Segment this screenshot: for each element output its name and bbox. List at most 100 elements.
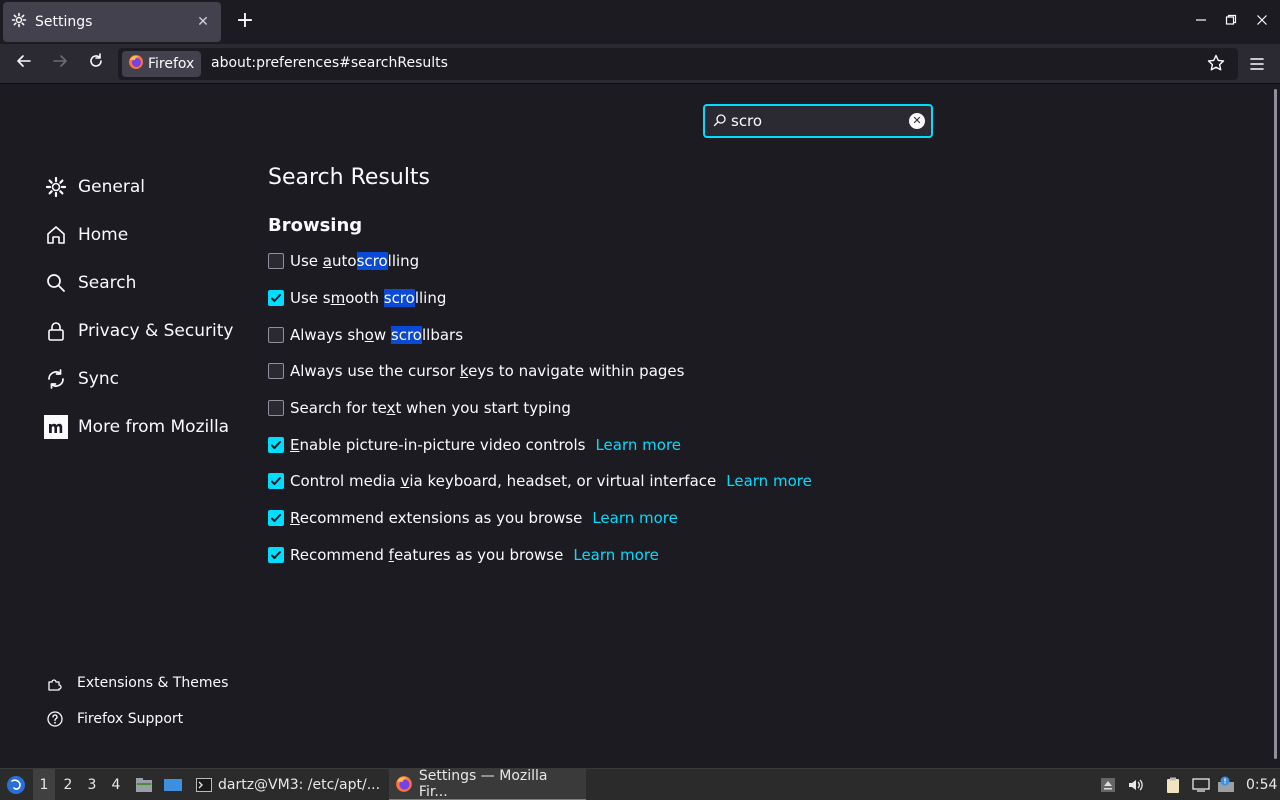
workspace-2[interactable]: 2 — [57, 769, 79, 800]
option-row[interactable]: Recommend extensions as you browse Learn … — [268, 500, 968, 537]
reload-icon — [90, 53, 102, 67]
option-checkbox[interactable] — [268, 253, 284, 270]
minimize-button[interactable] — [1189, 10, 1213, 34]
help-icon — [46, 710, 64, 728]
extensions-themes-link[interactable]: Extensions & Themes — [46, 665, 228, 701]
option-checkbox[interactable] — [268, 326, 284, 343]
terminal-icon — [196, 778, 212, 792]
option-checkbox[interactable] — [268, 363, 284, 380]
workspace-3[interactable]: 3 — [81, 769, 103, 800]
option-checkbox[interactable] — [268, 473, 284, 490]
tab-settings[interactable]: Settings ✕ — [3, 2, 221, 42]
task-terminal[interactable]: dartz@VM3: /etc/apt/... — [190, 769, 386, 800]
scrollbar-thumb[interactable] — [1274, 89, 1277, 759]
section-title: Browsing — [268, 215, 363, 236]
clear-search-icon[interactable]: ✕ — [909, 113, 925, 129]
learn-more-link[interactable]: Learn more — [592, 509, 678, 527]
footer-item-label: Firefox Support — [77, 711, 184, 727]
puzzle-icon — [46, 674, 64, 692]
option-row[interactable]: Recommend features as you browse Learn mo… — [268, 537, 968, 574]
start-menu-button[interactable] — [4, 769, 28, 800]
sync-icon — [44, 367, 68, 391]
options-list: Use autoscrolling Use smooth scrolling Alw… — [268, 243, 968, 573]
option-row[interactable]: Search for text when you start typing — [268, 390, 968, 427]
back-arrow-icon — [17, 55, 31, 67]
forward-button[interactable] — [47, 52, 73, 78]
restore-button[interactable] — [1219, 10, 1243, 34]
sidebar-footer: Extensions & Themes Firefox Support — [46, 665, 228, 737]
sidebar-item-sync[interactable]: Sync — [44, 355, 244, 403]
option-row[interactable]: Use autoscrolling — [268, 243, 968, 280]
sidebar-item-label: Sync — [78, 369, 119, 389]
sidebar-item-search[interactable]: Search — [44, 259, 244, 307]
clock[interactable]: 0:54 — [1246, 769, 1277, 800]
desktop-icon — [164, 779, 182, 791]
option-row[interactable]: Always use the cursor keys to navigate w… — [268, 353, 968, 390]
learn-more-link[interactable]: Learn more — [573, 546, 659, 564]
category-sidebar: General Home Search Privacy & Security S… — [44, 163, 244, 451]
option-label: Always show scrollbars — [290, 325, 464, 344]
checkmark-icon — [271, 294, 281, 303]
option-checkbox[interactable] — [268, 290, 284, 307]
option-checkbox[interactable] — [268, 400, 284, 417]
learn-more-link[interactable]: Learn more — [726, 472, 812, 490]
settings-search-box[interactable]: ✕ — [703, 104, 933, 138]
workspace-1[interactable]: 1 — [33, 769, 55, 800]
back-button[interactable] — [11, 52, 37, 78]
page-title: Search Results — [268, 165, 431, 190]
clock-label: 0:54 — [1246, 777, 1278, 793]
volume-icon[interactable] — [1126, 769, 1146, 800]
desktop-launcher[interactable] — [162, 769, 184, 800]
settings-search-input[interactable] — [731, 110, 901, 132]
gear-icon — [11, 12, 27, 32]
option-label: Control media via keyboard, headset, or … — [290, 472, 717, 491]
option-checkbox[interactable] — [268, 510, 284, 527]
firefox-icon — [128, 54, 144, 74]
bookmark-star-icon[interactable] — [1206, 53, 1228, 75]
sidebar-item-label: General — [78, 177, 145, 197]
option-label: Recommend extensions as you browse — [290, 509, 583, 528]
url-text[interactable]: about:preferences#searchResults — [211, 55, 448, 71]
close-window-button[interactable] — [1250, 10, 1274, 34]
sidebar-item-more-from-mozilla[interactable]: More from Mozilla — [44, 403, 244, 451]
sidebar-item-label: More from Mozilla — [78, 417, 230, 437]
option-checkbox[interactable] — [268, 546, 284, 563]
clipboard-icon[interactable] — [1162, 769, 1184, 800]
option-label: Use autoscrolling — [290, 252, 420, 271]
option-row[interactable]: Enable picture-in-picture video controls… — [268, 426, 968, 463]
option-row[interactable]: Control media via keyboard, headset, or … — [268, 463, 968, 500]
notification-icon[interactable] — [1216, 769, 1238, 800]
option-row[interactable]: Always show scrollbars — [268, 316, 968, 353]
folder-icon — [136, 778, 152, 792]
learn-more-link[interactable]: Learn more — [595, 436, 681, 454]
file-manager-launcher[interactable] — [134, 769, 154, 800]
app-menu-button[interactable] — [1244, 51, 1270, 77]
task-firefox[interactable]: Settings — Mozilla Fir... — [389, 768, 586, 800]
checkmark-icon — [271, 514, 281, 523]
page-scrollbar[interactable] — [1272, 85, 1280, 768]
checkmark-icon — [271, 440, 281, 449]
home-icon — [44, 223, 68, 247]
sidebar-item-privacy-security[interactable]: Privacy & Security — [44, 307, 244, 355]
sidebar-item-home[interactable]: Home — [44, 211, 244, 259]
sidebar-item-general[interactable]: General — [44, 163, 244, 211]
lock-icon — [44, 319, 68, 343]
new-tab-button[interactable]: + — [232, 8, 258, 34]
option-checkbox[interactable] — [268, 436, 284, 453]
network-icon[interactable] — [1190, 769, 1212, 800]
tab-strip: Settings ✕ + — [0, 0, 1280, 44]
url-bar[interactable]: Firefox about:preferences#searchResults — [118, 48, 1238, 80]
tab-close-icon[interactable]: ✕ — [193, 14, 213, 30]
tray-eject-icon[interactable] — [1098, 769, 1118, 800]
option-row[interactable]: Use smooth scrolling — [268, 280, 968, 317]
sidebar-item-label: Home — [78, 225, 129, 245]
identity-box[interactable]: Firefox — [122, 51, 202, 77]
firefox-support-link[interactable]: Firefox Support — [46, 701, 228, 737]
reload-button[interactable] — [83, 52, 109, 78]
option-label: Search for text when you start typing — [290, 399, 571, 418]
option-label: Always use the cursor keys to navigate w… — [290, 362, 685, 381]
search-icon — [44, 271, 68, 295]
workspace-4[interactable]: 4 — [105, 769, 127, 800]
option-label: Use smooth scrolling — [290, 289, 447, 308]
task-label: Settings — Mozilla Fir... — [418, 768, 548, 800]
